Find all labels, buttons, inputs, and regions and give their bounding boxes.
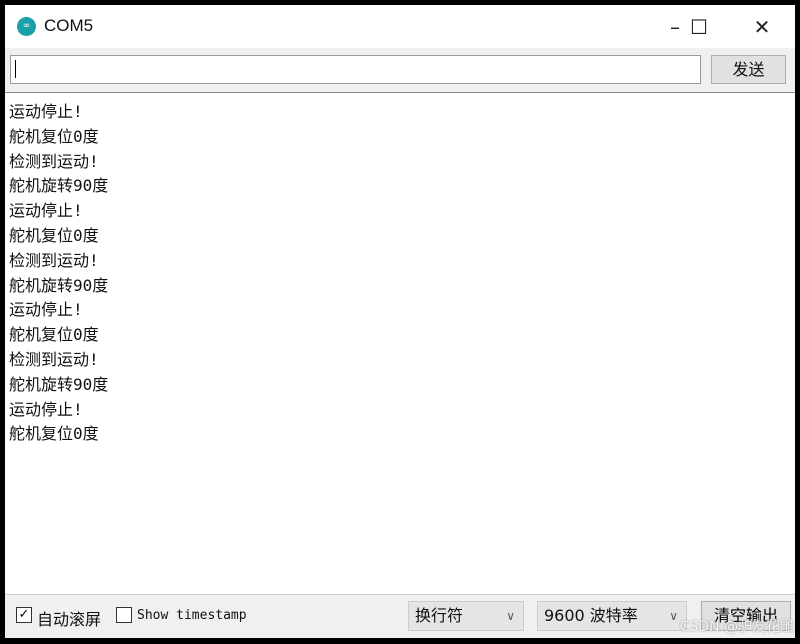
serial-input[interactable] — [10, 55, 701, 84]
line-ending-value: 换行符 — [415, 606, 464, 625]
text-caret — [15, 60, 16, 78]
output-line: 舵机旋转90度 — [9, 176, 109, 196]
output-line: 检测到运动! — [9, 151, 99, 171]
output-line: 舵机旋转90度 — [9, 374, 109, 394]
send-row: 发送 — [5, 48, 795, 92]
chevron-down-icon: ∨ — [506, 609, 515, 623]
serial-output[interactable]: 运动停止! 舵机复位0度 检测到运动! 舵机旋转90度 运动停止! 舵机复位0度 检测到运动… — [5, 92, 795, 594]
autoscroll-checkbox[interactable]: ✓ — [16, 607, 32, 623]
output-line: 运动停止! — [9, 399, 83, 419]
bottom-bar: ✓ 自动滚屏 Show timestamp 换行符 ∨ 9600 波特率 ∨ 清空输… — [5, 594, 795, 638]
window-title: COM5 — [44, 16, 94, 35]
output-line: 运动停止! — [9, 201, 83, 221]
output-line: 舵机复位0度 — [9, 126, 99, 146]
send-button[interactable]: 发送 — [711, 55, 786, 84]
output-line: 舵机复位0度 — [9, 226, 99, 245]
serial-monitor-window: ∞ COM5 – ☐ ✕ 发送 运动停止! 舵机复位0度 检测到运动! 舵机旋转90度… — [5, 5, 795, 638]
title-bar: ∞ COM5 – ☐ ✕ — [5, 5, 795, 48]
watermark: CSDN @驴友花雕 — [679, 619, 794, 635]
timestamp-label: Show timestamp — [137, 608, 247, 623]
timestamp-checkbox[interactable] — [116, 607, 132, 623]
baud-rate-select[interactable]: 9600 波特率 ∨ — [537, 601, 687, 631]
close-button[interactable]: ✕ — [739, 11, 785, 43]
arduino-logo-icon: ∞ — [17, 17, 36, 36]
output-line: 舵机旋转90度 — [9, 275, 109, 295]
output-line: 运动停止! — [9, 102, 83, 121]
line-ending-select[interactable]: 换行符 ∨ — [408, 601, 524, 631]
baud-rate-value: 9600 波特率 — [544, 606, 638, 625]
output-line: 运动停止! — [9, 300, 83, 320]
output-line: 舵机复位0度 — [9, 325, 99, 345]
chevron-down-icon: ∨ — [669, 609, 678, 623]
output-line: 检测到运动! — [9, 350, 99, 369]
output-line: 检测到运动! — [9, 250, 99, 270]
output-line: 舵机复位0度 — [9, 424, 99, 444]
autoscroll-label: 自动滚屏 — [37, 610, 102, 629]
maximize-button[interactable]: ☐ — [676, 11, 722, 43]
